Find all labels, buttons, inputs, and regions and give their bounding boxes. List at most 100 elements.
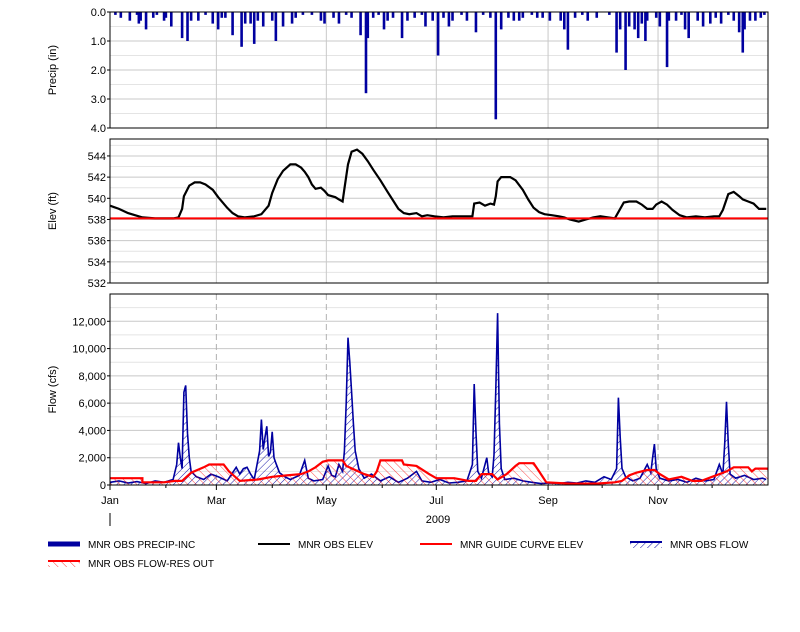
precip-bar	[197, 12, 200, 21]
precip-bar	[231, 12, 234, 36]
precip-bar	[618, 12, 622, 30]
precip-bar	[220, 12, 224, 18]
precip-bar	[359, 12, 362, 36]
precip-bar	[249, 12, 252, 24]
precip-bar	[211, 12, 215, 24]
precip-bar	[442, 12, 445, 18]
precip-panel: 0.0 1.0 2.0 3.0 4.0 Precip (in)	[47, 7, 769, 135]
precip-bar	[507, 12, 510, 18]
precip-bar	[559, 12, 562, 21]
precip-bar	[180, 12, 184, 39]
precip-bar	[566, 12, 570, 50]
flow-ytick-label: 0	[100, 480, 106, 492]
x-year-label: 2009	[426, 514, 450, 526]
elev-ytick-label: 536	[88, 236, 106, 248]
precip-bar	[128, 12, 132, 21]
precip-bar	[151, 12, 155, 18]
precip-bar	[548, 12, 552, 21]
precip-bar	[240, 12, 243, 47]
precip-bar	[424, 12, 427, 27]
legend-item: MNR OBS ELEV	[258, 540, 373, 551]
precip-bar	[645, 12, 649, 21]
precip-bar	[627, 12, 631, 27]
precip-ytick-label: 1.0	[91, 36, 106, 48]
precip-bar	[573, 12, 577, 18]
precip-bar	[474, 12, 478, 33]
flow-ylabel: Flow (cfs)	[47, 366, 59, 414]
precip-bar	[615, 12, 618, 53]
precip-bar	[521, 12, 525, 18]
precip-bar	[451, 12, 454, 21]
x-tick-label: Sep	[538, 495, 558, 507]
legend-item: MNR GUIDE CURVE ELEV	[420, 540, 584, 551]
precip-ytick-label: 0.0	[91, 7, 106, 19]
precip-bar	[261, 12, 265, 27]
precip-bar	[640, 12, 644, 24]
flow-ytick-label: 8,000	[78, 371, 106, 383]
precip-bar	[714, 12, 718, 18]
precip-bar	[696, 12, 699, 21]
flow-panel: 0 2,000 4,000 6,000 8,000 10,000 12,000 Flow (c…	[47, 293, 769, 492]
precip-bar	[759, 12, 763, 18]
flow-ytick-label: 12,000	[72, 316, 106, 328]
precip-bar	[748, 12, 752, 21]
x-tick-label: Mar	[207, 495, 226, 507]
elev-ytick-label: 544	[88, 151, 106, 163]
precip-bar	[386, 12, 389, 21]
legend-label: MNR GUIDE CURVE ELEV	[460, 540, 584, 551]
precip-bar	[541, 12, 544, 18]
x-tick-label: Nov	[648, 495, 668, 507]
precip-ytick-label: 3.0	[91, 94, 106, 106]
precip-bar	[139, 12, 142, 21]
flow-ytick-label: 10,000	[72, 344, 106, 356]
precip-bar	[366, 12, 370, 39]
precip-bar	[687, 12, 690, 39]
precip-bar	[447, 12, 451, 27]
precip-bar	[654, 12, 658, 18]
hydrograph-figure: 0.0 1.0 2.0 3.0 4.0 Precip (in) 532 534 536 538 54…	[0, 0, 800, 627]
precip-bar	[512, 12, 516, 21]
precip-bar	[743, 12, 746, 30]
precip-bar	[270, 12, 274, 21]
precip-bar	[624, 12, 627, 70]
precip-bar	[636, 12, 640, 39]
legend-label: MNR OBS ELEV	[298, 540, 373, 551]
precip-bar	[499, 12, 503, 30]
x-tick-label: May	[316, 495, 337, 507]
legend-label: MNR OBS FLOW	[670, 540, 749, 551]
precip-bar	[323, 12, 326, 24]
elev-ytick-label: 534	[88, 257, 106, 269]
precip-bar	[337, 12, 341, 24]
precip-bar	[535, 12, 539, 18]
precip-bar	[119, 12, 123, 18]
legend-item: MNR OBS FLOW-RES OUT	[48, 559, 214, 570]
precip-bar	[436, 12, 440, 56]
precip-bar	[465, 12, 469, 21]
precip-bar	[562, 12, 566, 30]
legend-item: MNR OBS PRECIP-INC	[48, 540, 195, 551]
precip-bar	[164, 12, 168, 18]
precip-bar	[332, 12, 335, 18]
elev-ytick-label: 542	[88, 172, 106, 184]
precip-bar	[709, 12, 712, 24]
precip-bar	[719, 12, 723, 24]
legend-label: MNR OBS FLOW-RES OUT	[88, 559, 214, 570]
precip-bar	[144, 12, 148, 30]
precip-ylabel: Precip (in)	[47, 45, 59, 95]
precip-bar	[586, 12, 590, 21]
flow-ytick-label: 2,000	[78, 453, 106, 465]
elev-ytick-label: 532	[88, 278, 106, 290]
flow-ytick-label: 4,000	[78, 425, 106, 437]
precip-bar	[391, 12, 395, 18]
precip-bar	[224, 12, 227, 18]
precip-bar	[494, 12, 498, 120]
precip-bar	[413, 12, 416, 18]
precip-bar	[290, 12, 294, 24]
precip-bar	[737, 12, 741, 33]
precip-bar	[683, 12, 687, 30]
precip-bar	[595, 12, 599, 18]
precip-bar	[256, 12, 260, 21]
precip-bar	[294, 12, 297, 18]
x-tick-label: Jul	[429, 495, 443, 507]
precip-bar	[252, 12, 256, 44]
